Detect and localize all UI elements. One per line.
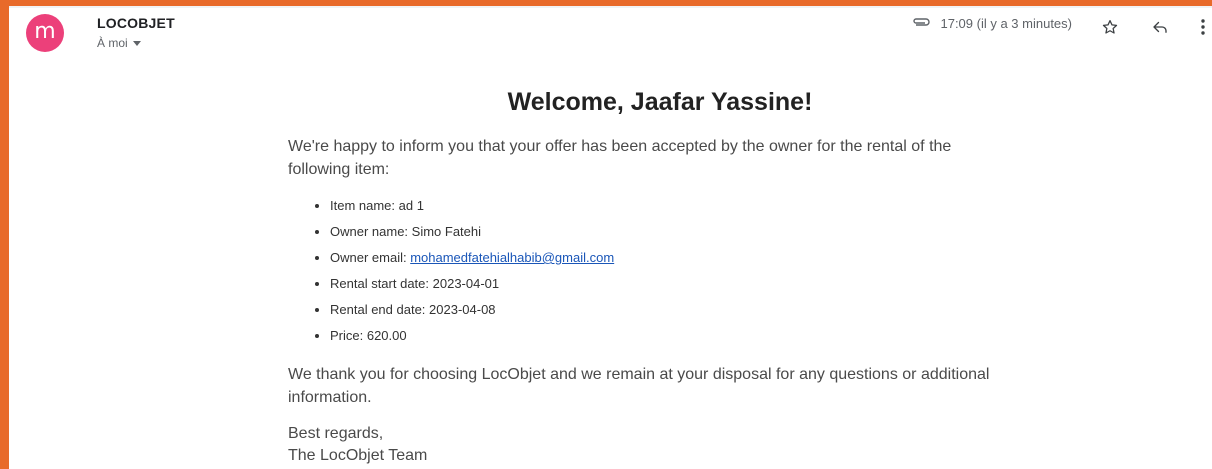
avatar[interactable]: m [26,14,64,52]
message-meta: 17:09 (il y a 3 minutes) [912,16,1072,31]
item-value: Simo Fatehi [411,224,482,239]
reply-icon[interactable] [1148,15,1172,39]
chevron-down-icon[interactable] [132,41,141,47]
email-body: Welcome, Jaafar Yassine! We're happy to … [288,88,1008,467]
list-item: Price: 620.00 [330,325,1008,351]
list-item: Rental start date: 2023-04-01 [330,273,1008,299]
item-details-list: Item name: ad 1 Owner name: Simo Fatehi … [288,195,1008,351]
star-icon[interactable] [1098,15,1122,39]
message-time: 17:09 (il y a 3 minutes) [940,16,1072,31]
intro-text: We're happy to inform you that your offe… [288,138,952,178]
more-icon[interactable] [1196,15,1210,39]
list-item: Rental end date: 2023-04-08 [330,299,1008,325]
sender-name[interactable]: LOCOBJET [97,15,175,31]
item-label: Price: [330,328,367,343]
list-item: Item name: ad 1 [330,195,1008,221]
team-name: The LocObjet Team [288,447,428,464]
regards-text: Best regards, [288,425,384,442]
item-label: Rental end date: [330,302,430,317]
item-value: 2023-04-01 [432,276,500,291]
item-value: ad 1 [398,198,424,213]
closing-text: We thank you for choosing LocObjet and w… [288,366,990,406]
signature: Best regards, The LocObjet Team [288,423,1008,467]
item-label: Rental start date: [330,276,433,291]
recipient-toggle[interactable]: À moi [97,36,141,50]
attachment-icon [912,16,932,31]
list-item: Owner email: mohamedfatehialhabib@gmail.… [330,247,1008,273]
owner-email-link[interactable]: mohamedfatehialhabib@gmail.com [410,250,614,265]
item-value: 2023-04-08 [429,302,496,317]
item-value: 620.00 [366,328,407,343]
list-item: Owner name: Simo Fatehi [330,221,1008,247]
item-label: Item name: [330,198,399,213]
top-divider [9,6,1212,8]
page-title: Welcome, Jaafar Yassine! [507,88,813,116]
recipient-label: À moi [97,36,128,50]
item-label: Owner name: [330,224,412,239]
item-label: Owner email: [330,250,411,265]
